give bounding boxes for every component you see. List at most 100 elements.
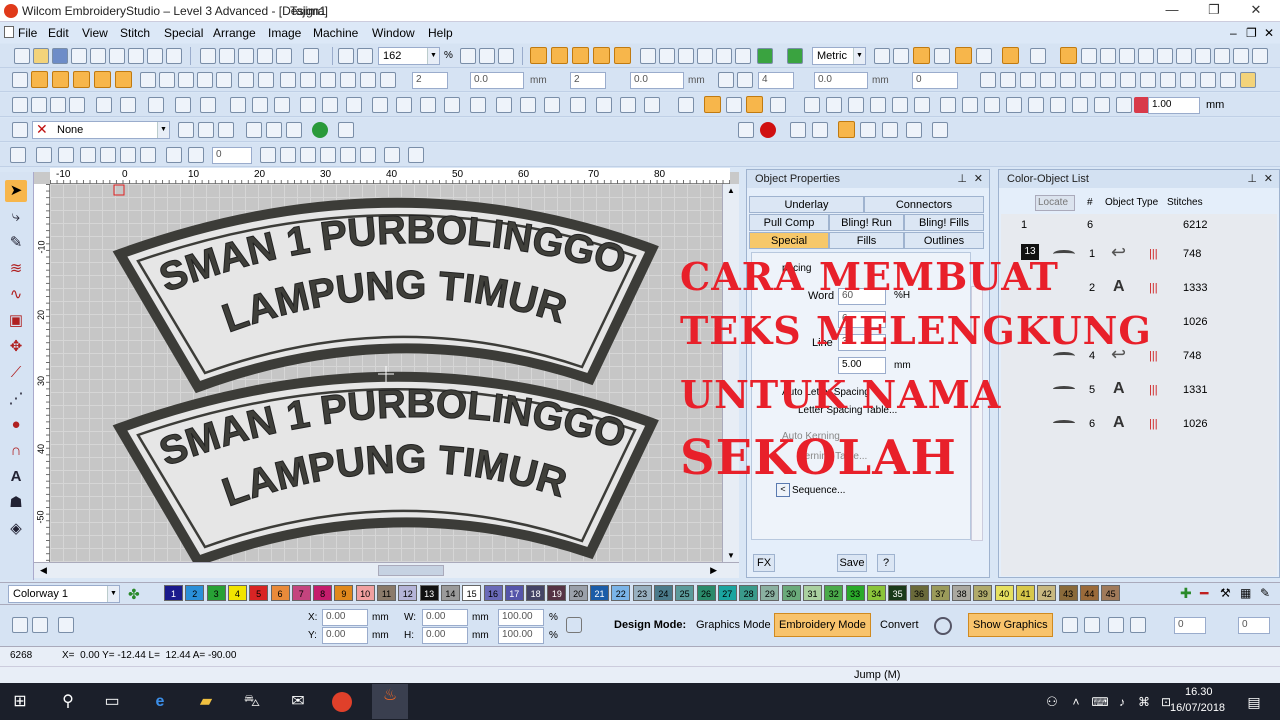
color-swatch[interactable]: 26	[696, 585, 716, 601]
spin-2[interactable]: 0.0	[470, 72, 524, 89]
tb2-ae-icon[interactable]	[1180, 72, 1196, 88]
zoom-box-icon[interactable]	[357, 48, 373, 64]
tb2-3d-icon[interactable]	[280, 72, 296, 88]
tb5-b-icon[interactable]	[36, 147, 52, 163]
tb2-v-icon[interactable]	[1000, 72, 1016, 88]
print-icon[interactable]	[71, 48, 87, 64]
tb2-c-icon[interactable]	[52, 71, 69, 88]
tb5-f-icon[interactable]	[120, 147, 136, 163]
spin-5[interactable]: 4	[758, 72, 794, 89]
tb3-s-icon[interactable]	[444, 97, 460, 113]
color-swatch[interactable]: 19	[547, 585, 567, 601]
stitch-list-icon[interactable]	[640, 48, 656, 64]
tb3-u-icon[interactable]	[496, 97, 512, 113]
show-graphics-button[interactable]: Show Graphics	[968, 613, 1053, 637]
windows-start-icon[interactable]: ⊞	[8, 690, 32, 714]
table-row[interactable]: 6 A ||| 1026	[1045, 412, 1265, 444]
tb3-z-icon[interactable]	[620, 97, 636, 113]
tb4-o-icon[interactable]	[882, 122, 898, 138]
tb2-s-icon[interactable]	[718, 72, 734, 88]
palette-icon[interactable]: ✤	[128, 586, 140, 603]
tab-underlay[interactable]: Underlay	[749, 196, 864, 213]
tab-outlines[interactable]: Outlines	[904, 232, 984, 249]
tb5-j-icon[interactable]	[260, 147, 276, 163]
tb2-o-icon[interactable]	[320, 72, 336, 88]
tb2-u-icon[interactable]	[980, 72, 996, 88]
tb2-k-icon[interactable]	[216, 72, 232, 88]
color-swatch[interactable]: 21	[590, 585, 609, 601]
list-icon[interactable]	[913, 47, 930, 64]
menu-edit[interactable]: Edit	[48, 26, 69, 40]
badge-lower[interactable]: SMAN 1 PURBOLINGGO LAMPUNG TIMUR	[112, 371, 659, 562]
team-names-icon[interactable]: ☗	[5, 492, 27, 514]
flip-icon[interactable]	[1084, 617, 1100, 633]
tb3-af-icon[interactable]	[804, 97, 820, 113]
tb5-m-icon[interactable]	[320, 147, 336, 163]
color-swatch[interactable]: 36	[909, 585, 929, 601]
color-swatch[interactable]: 29	[760, 585, 780, 601]
tb2-e-icon[interactable]	[94, 71, 111, 88]
pin-icon[interactable]: ⊥	[1247, 172, 1257, 185]
mdi-close-icon[interactable]: ✕	[1264, 26, 1274, 40]
tb3-b-icon[interactable]	[31, 97, 47, 113]
lock-proportion-icon[interactable]	[566, 617, 582, 633]
chrome-icon[interactable]	[332, 692, 352, 712]
restore-icon[interactable]: ❐	[1194, 2, 1234, 20]
tb2-ab-icon[interactable]	[1120, 72, 1136, 88]
menu-stitch[interactable]: Stitch	[120, 26, 150, 40]
tb3-ai-icon[interactable]	[870, 97, 886, 113]
paste-icon[interactable]	[238, 48, 254, 64]
design-icon[interactable]	[32, 617, 48, 633]
digitize-icon[interactable]: ✎	[5, 232, 27, 254]
y-input[interactable]: 0.00	[322, 627, 368, 644]
color-swatch[interactable]: 13	[419, 585, 439, 601]
color-swatch[interactable]: 14	[440, 585, 460, 601]
stitch-h-icon[interactable]	[1195, 48, 1211, 64]
tb4-q-icon[interactable]	[932, 122, 948, 138]
measure-icon[interactable]	[874, 48, 890, 64]
stitch-i-icon[interactable]	[1214, 48, 1230, 64]
tb4-k-icon[interactable]	[790, 122, 806, 138]
color-swatch[interactable]: 40	[994, 585, 1014, 601]
outline-run-icon[interactable]	[614, 47, 631, 64]
tb2-b-icon[interactable]	[31, 71, 48, 88]
help-button[interactable]: ?	[877, 554, 895, 572]
spin-1[interactable]: 2	[412, 72, 448, 89]
tb5-c-icon[interactable]	[58, 147, 74, 163]
color-swatch[interactable]: 18	[526, 585, 546, 601]
spin-4[interactable]: 0.0	[630, 72, 684, 89]
tb4-h-icon[interactable]	[312, 122, 328, 138]
copy-icon[interactable]	[219, 48, 235, 64]
menu-arrange[interactable]: Arrange	[213, 26, 256, 40]
color-swatch[interactable]: 24	[653, 585, 673, 601]
tb3-am-icon[interactable]	[962, 97, 978, 113]
color-wheel-icon[interactable]	[1030, 48, 1046, 64]
color-swatch[interactable]: 37	[930, 585, 950, 601]
tb3-d-icon[interactable]	[69, 97, 85, 113]
mdi-minimize-icon[interactable]: –	[1230, 26, 1237, 40]
network-icon[interactable]: ⌨	[1088, 690, 1112, 714]
tb3-r-icon[interactable]	[420, 97, 436, 113]
spin-3[interactable]: 2	[570, 72, 606, 89]
tb4-e-icon[interactable]	[246, 122, 262, 138]
tb2-f-icon[interactable]	[115, 71, 132, 88]
convert-icon[interactable]	[716, 48, 732, 64]
menu-file[interactable]: File	[18, 26, 37, 40]
new-icon[interactable]	[14, 48, 30, 64]
lettering-icon[interactable]: A	[5, 466, 27, 488]
color-swatch[interactable]: 35	[888, 585, 908, 601]
tb5-p-icon[interactable]	[384, 147, 400, 163]
tb5-l-icon[interactable]	[300, 147, 316, 163]
tab-connectors[interactable]: Connectors	[864, 196, 984, 213]
fill-tatami-icon[interactable]	[530, 47, 547, 64]
tb4-i-icon[interactable]	[338, 122, 354, 138]
graphics-mode-button[interactable]: Graphics Mode	[692, 614, 775, 638]
color-swatch[interactable]: 4	[227, 585, 247, 601]
menu-special[interactable]: Special	[164, 26, 203, 40]
color-swatch[interactable]: 23	[632, 585, 652, 601]
color-swatch[interactable]: 28	[739, 585, 759, 601]
tb5-g-icon[interactable]	[140, 147, 156, 163]
remove-color-icon[interactable]: ━	[1200, 585, 1208, 602]
stitch-a-icon[interactable]	[1060, 47, 1077, 64]
checkbox-icon[interactable]	[678, 97, 694, 113]
